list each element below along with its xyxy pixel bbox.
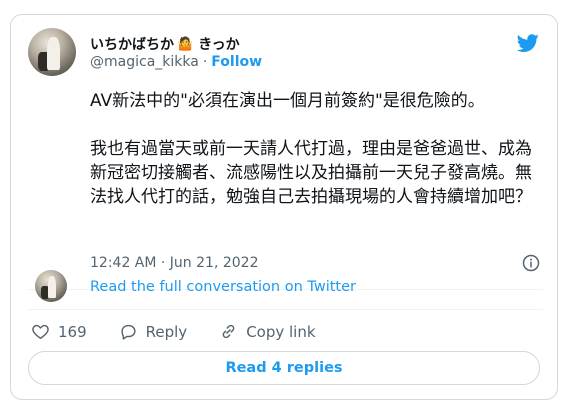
shrug-emoji: 🤷 bbox=[177, 36, 194, 52]
twitter-bird-icon[interactable] bbox=[515, 32, 541, 54]
divider bbox=[28, 309, 543, 310]
handle-row: @magica_kikka · Follow bbox=[90, 54, 262, 70]
tweet-text: AV新法中的"必須在演出一個月前簽約"是很危險的。 我也有過當天或前一天請人代打… bbox=[90, 91, 532, 207]
display-name[interactable]: いちかばちか bbox=[90, 34, 174, 54]
link-icon bbox=[222, 324, 235, 339]
action-bar: 169 Reply Copy link bbox=[31, 322, 348, 341]
separator-dot: · bbox=[202, 54, 208, 70]
heart-icon bbox=[32, 324, 49, 340]
display-name-suffix[interactable]: きっか bbox=[198, 34, 239, 54]
reply-label: Reply bbox=[145, 322, 188, 341]
reply-button[interactable]: Reply bbox=[119, 322, 188, 341]
tweet-card: いちかばちか 🤷 きっか @magica_kikka · Follow AV新法… bbox=[10, 14, 558, 400]
read-full-conversation-link[interactable]: Read the full conversation on Twitter bbox=[90, 279, 356, 295]
author-handle[interactable]: @magica_kikka bbox=[90, 54, 199, 70]
reply-icon bbox=[121, 324, 136, 340]
follow-button[interactable]: Follow bbox=[211, 54, 262, 70]
conversation-avatar[interactable] bbox=[35, 270, 67, 302]
copy-link-label: Copy link bbox=[246, 322, 316, 341]
info-icon[interactable] bbox=[522, 254, 540, 272]
tweet-timestamp[interactable]: 12:42 AM · Jun 21, 2022 bbox=[90, 255, 258, 271]
copy-link-button[interactable]: Copy link bbox=[219, 322, 316, 341]
like-button[interactable]: 169 bbox=[31, 322, 87, 341]
author-avatar[interactable] bbox=[28, 28, 76, 76]
read-replies-button[interactable]: Read 4 replies bbox=[28, 351, 540, 385]
like-count: 169 bbox=[58, 322, 87, 341]
author-name[interactable]: いちかばちか 🤷 きっか bbox=[90, 34, 240, 54]
